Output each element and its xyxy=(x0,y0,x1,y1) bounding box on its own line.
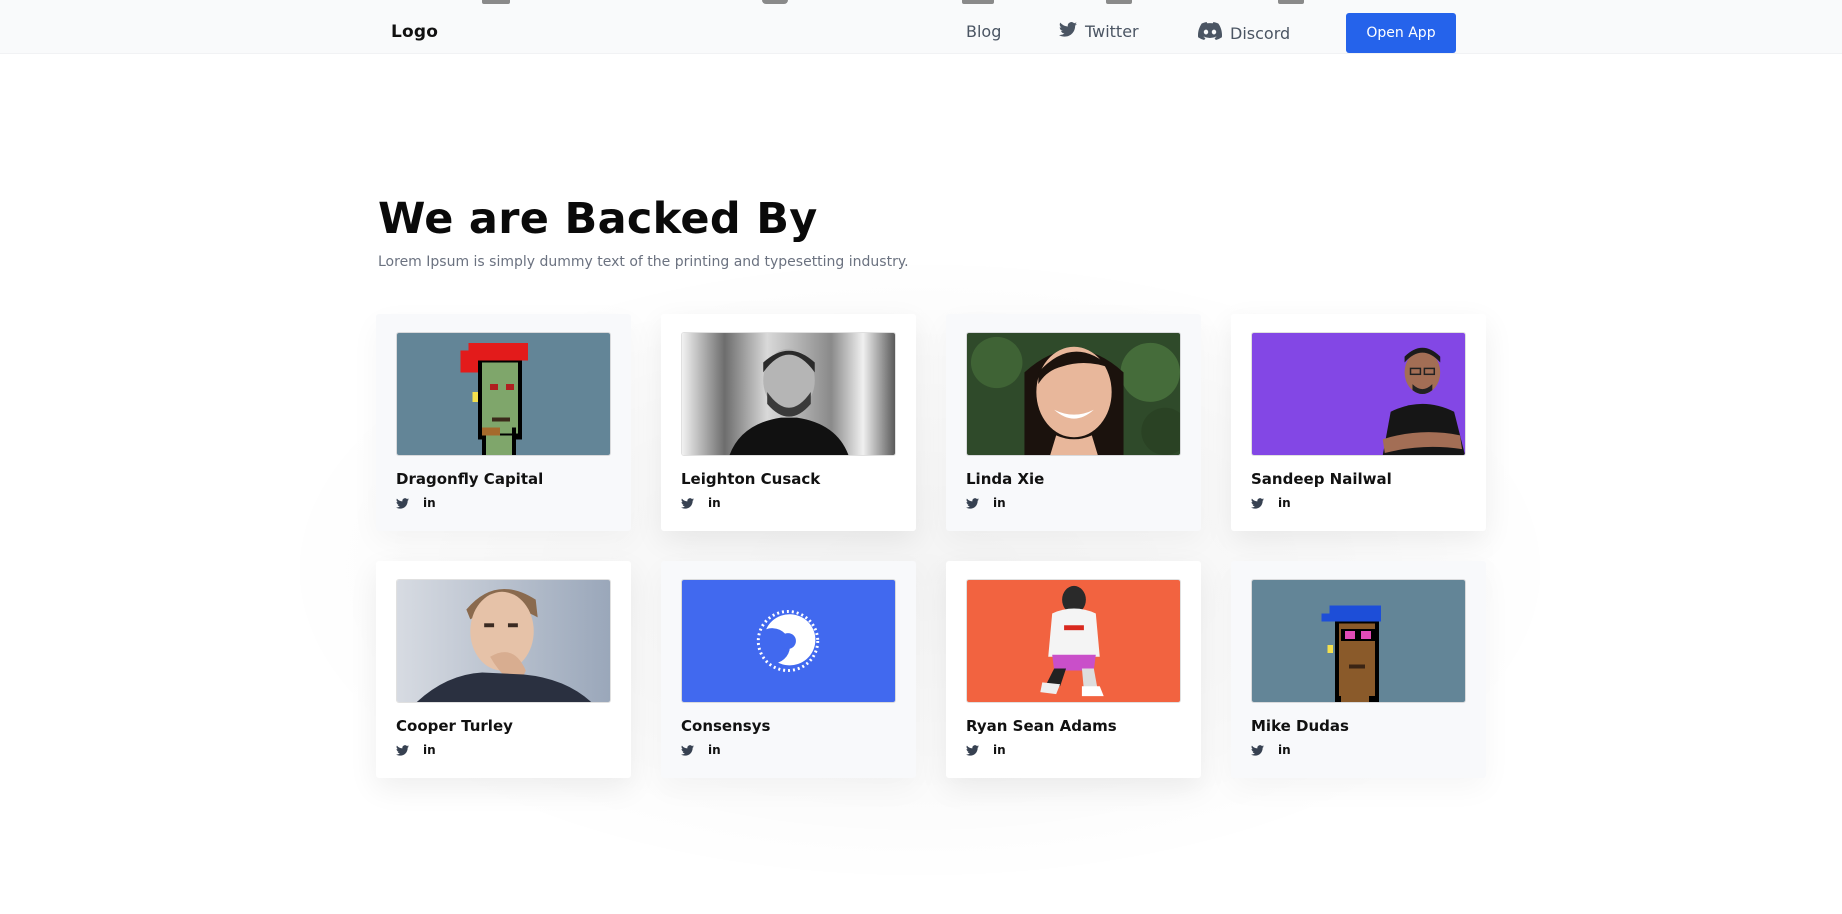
backer-name: Leighton Cusack xyxy=(681,470,821,488)
twitter-icon[interactable] xyxy=(681,497,694,509)
linkedin-icon[interactable]: in xyxy=(423,744,436,756)
nav-link-discord[interactable]: Discord xyxy=(1198,22,1290,44)
linkedin-icon[interactable]: in xyxy=(993,744,1006,756)
backer-name: Mike Dudas xyxy=(1251,717,1349,735)
twitter-icon[interactable] xyxy=(966,744,979,756)
backer-card[interactable]: Sandeep Nailwal in xyxy=(1231,314,1486,531)
twitter-icon[interactable] xyxy=(966,497,979,509)
backer-photo xyxy=(966,579,1181,703)
twitter-icon[interactable] xyxy=(396,497,409,509)
scrolled-content-edge xyxy=(482,0,510,4)
scrolled-content-edge xyxy=(962,0,994,4)
nav-link-label: Twitter xyxy=(1085,22,1139,41)
backer-card[interactable]: Mike Dudas in xyxy=(1231,561,1486,778)
backer-socials: in xyxy=(1251,497,1291,509)
backer-card[interactable]: Ryan Sean Adams in xyxy=(946,561,1201,778)
backer-card[interactable]: Dragonfly Capital in xyxy=(376,314,631,531)
backer-socials: in xyxy=(1251,744,1291,756)
backer-name: Sandeep Nailwal xyxy=(1251,470,1392,488)
backer-socials: in xyxy=(681,497,721,509)
backer-photo xyxy=(396,579,611,703)
backer-photo xyxy=(681,332,896,456)
scrolled-content-edge xyxy=(762,0,788,4)
linkedin-icon[interactable]: in xyxy=(1278,497,1291,509)
nav-link-blog[interactable]: Blog xyxy=(966,22,1001,41)
backer-socials: in xyxy=(681,744,721,756)
linkedin-icon[interactable]: in xyxy=(708,497,721,509)
section-title: We are Backed By xyxy=(378,194,818,244)
backer-photo xyxy=(1251,332,1466,456)
backer-photo xyxy=(1251,579,1466,703)
twitter-icon[interactable] xyxy=(1251,497,1264,509)
backer-card[interactable]: Cooper Turley in xyxy=(376,561,631,778)
linkedin-icon[interactable]: in xyxy=(423,497,436,509)
section-subtitle: Lorem Ipsum is simply dummy text of the … xyxy=(378,254,909,270)
twitter-icon[interactable] xyxy=(396,744,409,756)
nav-link-label: Blog xyxy=(966,22,1002,41)
backer-photo xyxy=(681,579,896,703)
backer-photo xyxy=(966,332,1181,456)
backer-socials: in xyxy=(396,497,436,509)
backer-name: Dragonfly Capital xyxy=(396,470,544,488)
top-nav: Logo Blog Twitter Discord Open App xyxy=(0,0,1842,54)
linkedin-icon[interactable]: in xyxy=(993,497,1006,509)
twitter-icon[interactable] xyxy=(1251,744,1264,756)
backer-socials: in xyxy=(396,744,436,756)
twitter-icon[interactable] xyxy=(681,744,694,756)
backer-name: Consensys xyxy=(681,717,771,735)
discord-icon xyxy=(1198,22,1223,44)
backer-card[interactable]: Consensys in xyxy=(661,561,916,778)
backer-card[interactable]: Linda Xie in xyxy=(946,314,1201,531)
twitter-icon xyxy=(1059,22,1077,41)
backer-name: Cooper Turley xyxy=(396,717,513,735)
nav-link-label: Discord xyxy=(1230,23,1291,43)
scrolled-content-edge xyxy=(1278,0,1304,4)
backer-socials: in xyxy=(966,744,1006,756)
logo[interactable]: Logo xyxy=(391,22,438,42)
open-app-button[interactable]: Open App xyxy=(1346,13,1456,53)
backer-name: Ryan Sean Adams xyxy=(966,717,1117,735)
backer-socials: in xyxy=(966,497,1006,509)
linkedin-icon[interactable]: in xyxy=(708,744,721,756)
nav-link-twitter[interactable]: Twitter xyxy=(1059,22,1139,41)
backer-name: Linda Xie xyxy=(966,470,1045,488)
linkedin-icon[interactable]: in xyxy=(1278,744,1291,756)
backer-card[interactable]: Leighton Cusack in xyxy=(661,314,916,531)
scrolled-content-edge xyxy=(1106,0,1132,4)
backer-photo xyxy=(396,332,611,456)
